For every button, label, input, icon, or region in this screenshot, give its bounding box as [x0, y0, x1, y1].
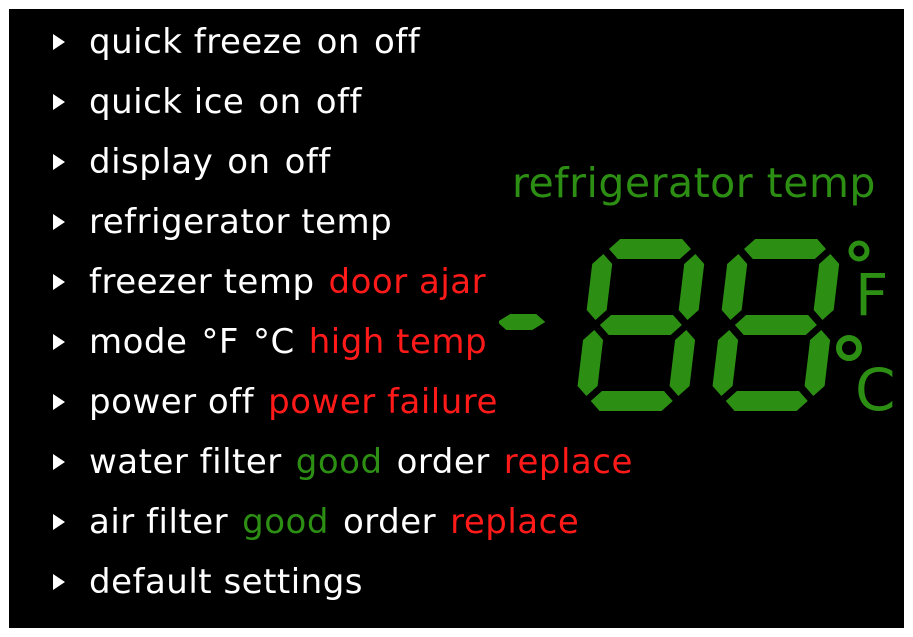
control-panel-screen: quick freeze on off quick ice on off display on… [9, 9, 904, 628]
menu-item[interactable]: water filter good order replace [53, 437, 647, 487]
lcd-segment-d [590, 391, 673, 411]
triangle-right-icon [53, 454, 65, 470]
menu-item-text: water filter [89, 442, 282, 482]
menu-item-text: power off [89, 382, 255, 422]
menu-item-text[interactable]: door ajar [329, 262, 487, 302]
menu-item[interactable]: mode °F °C high temp [53, 317, 501, 367]
menu-item-text[interactable]: order [397, 442, 490, 482]
lcd-segment-d [725, 391, 808, 411]
display-title: refrigerator temp [512, 159, 876, 207]
menu-item[interactable]: quick ice on off [53, 77, 376, 127]
temperature-readout [499, 239, 870, 411]
lcd-segment-g [734, 315, 817, 335]
menu-item[interactable]: air filter good order replace [53, 497, 593, 547]
lcd-segment-f [721, 254, 748, 320]
triangle-right-icon [53, 574, 65, 590]
menu-item-text: quick ice [89, 82, 245, 122]
menu-item-text[interactable]: good [296, 442, 383, 482]
menu-item[interactable]: refrigerator temp [53, 197, 406, 247]
menu-item-text: quick freeze [89, 22, 303, 62]
menu-item-text[interactable]: off [285, 142, 331, 182]
menu-item-text: default settings [89, 562, 364, 602]
menu-item-text[interactable]: order [343, 502, 436, 542]
degree-icon [848, 240, 870, 262]
menu-item-text[interactable]: power failure [268, 382, 498, 422]
menu-item-text[interactable]: on [258, 82, 301, 122]
menu-item-text[interactable]: °C [253, 322, 295, 362]
lcd-segment-c [804, 330, 831, 396]
degree-icon [836, 335, 862, 361]
lcd-segment-b [678, 254, 705, 320]
menu-item[interactable]: display on off [53, 137, 345, 187]
menu-item-text: refrigerator temp [89, 202, 393, 242]
menu-item-text[interactable]: replace [504, 442, 633, 482]
menu-item-text[interactable]: high temp [309, 322, 487, 362]
lcd-segment-f [586, 254, 613, 320]
lcd-segment-a [609, 239, 691, 259]
lcd-segment-e [577, 330, 604, 396]
menu-item-text[interactable]: on [317, 22, 360, 62]
triangle-right-icon [53, 394, 65, 410]
triangle-right-icon [53, 214, 65, 230]
triangle-right-icon [53, 34, 65, 50]
triangle-right-icon [53, 514, 65, 530]
menu-item-text[interactable]: good [242, 502, 329, 542]
menu-item-text: freezer temp [89, 262, 315, 302]
menu-item[interactable]: freezer temp door ajar [53, 257, 500, 307]
menu-item[interactable]: quick freeze on off [53, 17, 434, 67]
lcd-segment-g [599, 315, 682, 335]
menu-item-text[interactable]: off [374, 22, 420, 62]
lcd-segment-e [712, 330, 739, 396]
menu-item-text: air filter [89, 502, 229, 542]
lcd-minus-sign [499, 314, 546, 330]
unit-c-label: C [855, 356, 896, 424]
triangle-right-icon [53, 274, 65, 290]
menu-item[interactable]: power off power failure [53, 377, 512, 427]
lcd-segment-b [813, 254, 840, 320]
lcd-segment-a [744, 239, 826, 259]
triangle-right-icon [53, 154, 65, 170]
menu-item-text[interactable]: on [227, 142, 270, 182]
lcd-segment-c [669, 330, 696, 396]
menu-item-text[interactable]: °F [201, 322, 239, 362]
triangle-right-icon [53, 94, 65, 110]
menu-item-text[interactable]: replace [450, 502, 579, 542]
unit-f-label: F [855, 261, 888, 329]
unit-c-text: C [855, 356, 896, 424]
menu-item-text: mode [89, 322, 188, 362]
menu-item-text[interactable]: off [316, 82, 362, 122]
menu-item-text: display [89, 142, 214, 182]
menu-item[interactable]: default settings [53, 557, 377, 607]
triangle-right-icon [53, 334, 65, 350]
unit-f-text: F [855, 261, 889, 329]
